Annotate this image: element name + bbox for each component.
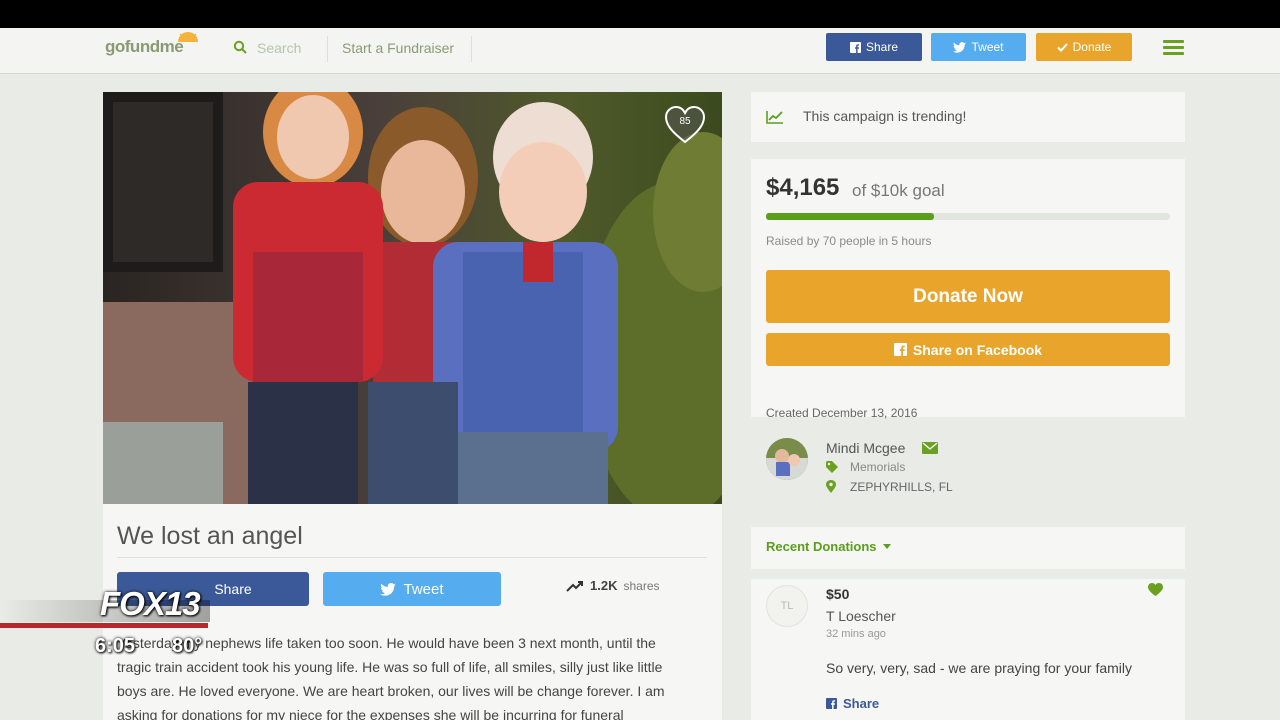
- campaign-photo: [103, 92, 722, 504]
- story-text: Yesterday my nephews life taken too soon…: [117, 631, 707, 720]
- campaign-tweet-button[interactable]: Tweet: [323, 572, 501, 606]
- station-logo: FOX13: [100, 585, 201, 622]
- nav-share-label: Share: [865, 40, 899, 54]
- facebook-icon: [849, 41, 861, 53]
- hamburger-menu-icon[interactable]: [1163, 40, 1184, 56]
- campaign-title: We lost an angel: [117, 522, 303, 550]
- search-input[interactable]: Search: [257, 40, 301, 56]
- story-line: boys are. He loved everyone. We are hear…: [117, 683, 665, 699]
- donation-share-button[interactable]: Share: [826, 696, 879, 711]
- shares-number: 1.2K: [590, 578, 618, 593]
- created-date: Created December 13, 2016: [766, 406, 918, 420]
- tag-icon: [826, 461, 838, 473]
- goal-text: of $10k goal: [852, 181, 945, 200]
- logo-sun-icon: [178, 32, 198, 42]
- top-nav: gofundme Search Start a Fundraiser Share: [0, 28, 1280, 74]
- share-on-facebook-label: Share on Facebook: [912, 341, 1043, 358]
- divider: [117, 557, 707, 558]
- donate-now-button[interactable]: Donate Now: [766, 270, 1170, 323]
- checkmark-icon: [1056, 42, 1068, 52]
- donation-message: So very, very, sad - we are praying for …: [826, 660, 1133, 676]
- shares-count: 1.2K shares: [566, 578, 660, 593]
- nav-donate-button[interactable]: Donate: [1036, 33, 1132, 61]
- nav-donate-label: Donate: [1072, 40, 1112, 54]
- gofundme-logo[interactable]: gofundme: [105, 37, 184, 57]
- broadcast-red-bar: [0, 623, 208, 628]
- search-icon[interactable]: [233, 40, 247, 54]
- progress-bar-fill: [766, 213, 935, 220]
- donation-amount: $50: [826, 586, 850, 602]
- location-pin-icon: [826, 480, 836, 493]
- recent-donations-dropdown[interactable]: Recent Donations: [766, 539, 891, 554]
- campaign-share-label: Share: [214, 581, 252, 597]
- heart-count: 85: [679, 116, 691, 127]
- campaign-photo-image: [103, 92, 722, 504]
- campaign-tweet-label: Tweet: [403, 580, 444, 598]
- facebook-icon: [893, 343, 907, 356]
- donation-time: 32 mins ago: [826, 628, 886, 640]
- nav-tweet-label: Tweet: [971, 40, 1004, 54]
- caret-down-icon: [882, 544, 891, 549]
- twitter-icon: [953, 41, 967, 53]
- trending-chart-icon: [766, 111, 783, 124]
- broadcast-temperature: 80°: [172, 635, 203, 657]
- heart-icon[interactable]: [1148, 583, 1163, 596]
- broadcast-time: 6:05: [95, 635, 136, 657]
- trending-up-icon: [566, 580, 583, 592]
- story-line: tragic train accident took his young lif…: [117, 659, 663, 675]
- donation-item: [751, 579, 1185, 720]
- campaign-location: ZEPHYRHILLS, FL: [850, 480, 953, 494]
- campaign-category[interactable]: Memorials: [850, 460, 905, 474]
- avatar-image: [766, 438, 808, 480]
- story-line: Yesterday my nephews life taken too soon…: [117, 635, 656, 651]
- shares-label: shares: [623, 578, 660, 593]
- envelope-icon[interactable]: [922, 442, 938, 454]
- facebook-icon: [826, 698, 837, 709]
- raised-amount: $4,165: [766, 174, 840, 201]
- donor-avatar: TL: [766, 585, 808, 627]
- nav-divider: [471, 36, 472, 62]
- start-fundraiser-link[interactable]: Start a Fundraiser: [342, 40, 454, 56]
- twitter-icon: [380, 582, 397, 596]
- progress-bar: [766, 213, 1170, 220]
- nav-tweet-button[interactable]: Tweet: [931, 33, 1026, 61]
- nav-divider: [327, 36, 328, 62]
- donation-share-label: Share: [843, 696, 880, 711]
- organizer-name[interactable]: Mindi Mcgee: [826, 440, 905, 456]
- trending-text: This campaign is trending!: [803, 108, 967, 124]
- story-line: asking for donations for my niece for th…: [117, 707, 624, 720]
- donor-name: T Loescher: [826, 608, 896, 624]
- recent-donations-label: Recent Donations: [766, 539, 877, 554]
- share-on-facebook-button[interactable]: Share on Facebook: [766, 333, 1170, 366]
- nav-share-button[interactable]: Share: [826, 33, 922, 61]
- organizer-avatar[interactable]: [766, 438, 808, 480]
- raised-by-text: Raised by 70 people in 5 hours: [766, 234, 932, 248]
- heart-count-badge[interactable]: 85: [664, 106, 706, 146]
